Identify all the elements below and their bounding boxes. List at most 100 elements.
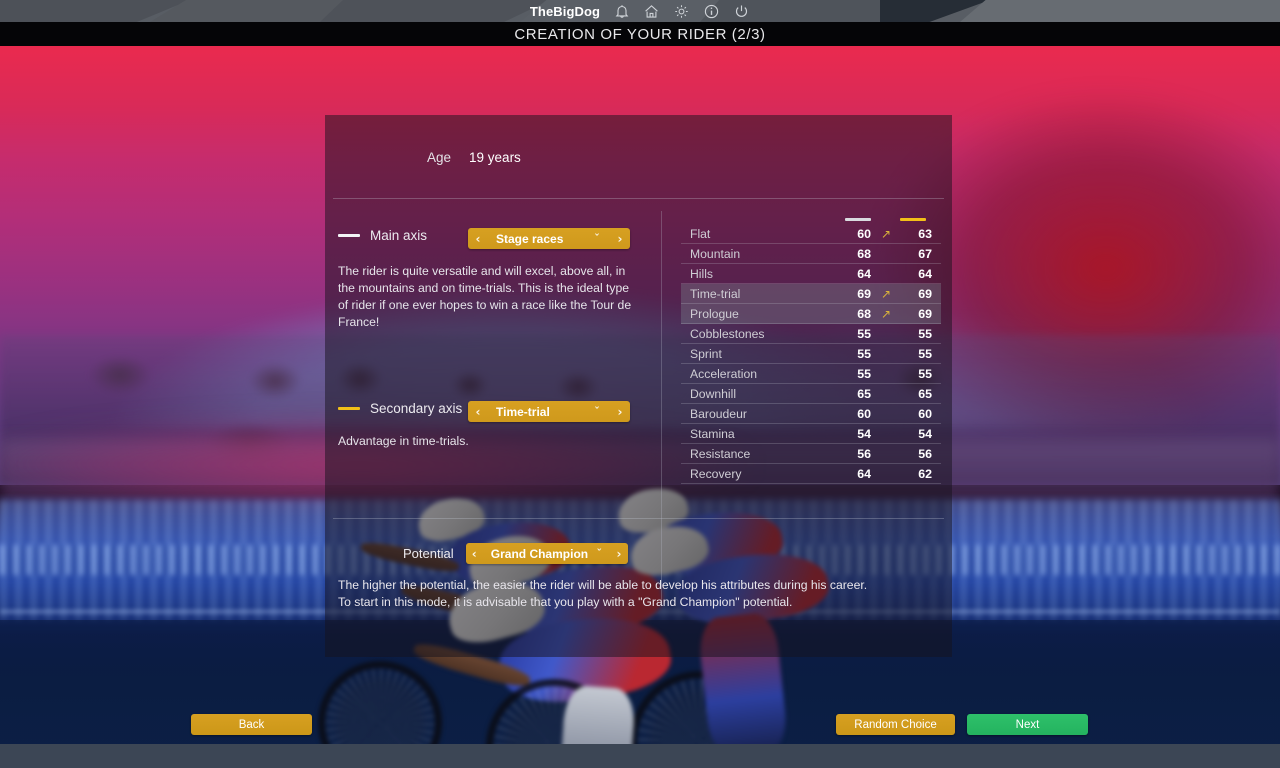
attribute-projected-value: 55 <box>918 326 932 341</box>
potential-description-line1: The higher the potential, the easier the… <box>338 578 868 592</box>
attribute-name: Cobblestones <box>690 326 765 341</box>
secondary-axis-label: Secondary axis <box>370 401 463 416</box>
trend-up-icon: ↗ <box>880 226 892 241</box>
table-row[interactable]: Hills 64 64 <box>681 264 941 284</box>
main-axis-value: Stage races <box>496 231 564 246</box>
age-label: Age <box>427 150 452 165</box>
attribute-current-value: 60 <box>857 226 871 241</box>
attribute-projected-value: 60 <box>918 406 932 421</box>
attribute-current-value: 56 <box>857 446 871 461</box>
attribute-current-value: 64 <box>857 466 871 481</box>
secondary-axis-color-swatch <box>338 407 360 410</box>
random-choice-button[interactable]: Random Choice <box>836 714 955 735</box>
secondary-axis-value: Time-trial <box>496 404 550 419</box>
attribute-name: Prologue <box>690 306 739 321</box>
titlebar: TheBigDog <box>0 0 1280 22</box>
attribute-projected-value: 69 <box>918 286 932 301</box>
app-title: TheBigDog <box>529 3 601 19</box>
potential-label: Potential <box>403 546 454 561</box>
table-row[interactable]: Prologue 68 ↗ 69 <box>681 304 941 324</box>
table-row[interactable]: Cobblestones 55 55 <box>681 324 941 344</box>
attributes-table: Flat 60 ↗ 63 Mountain 68 67 Hills 64 64 Time-trial… <box>681 215 941 484</box>
attribute-name: Sprint <box>690 346 722 361</box>
table-row[interactable]: Sprint 55 55 <box>681 344 941 364</box>
attribute-projected-value: 64 <box>918 266 932 281</box>
potential-row: Potential ‹ Grand Champion ˇ › <box>403 543 628 564</box>
bell-icon[interactable] <box>613 3 630 20</box>
attribute-current-value: 68 <box>857 306 871 321</box>
table-row[interactable]: Time-trial 69 ↗ 69 <box>681 284 941 304</box>
secondary-axis-prev-button[interactable]: ‹ <box>468 405 488 419</box>
info-icon[interactable] <box>703 3 720 20</box>
attribute-projected-value: 67 <box>918 246 932 261</box>
power-icon[interactable] <box>733 3 750 20</box>
page-title: CREATION OF YOUR RIDER (2/3) <box>514 25 766 43</box>
table-row[interactable]: Mountain 68 67 <box>681 244 941 264</box>
attribute-current-value: 60 <box>857 406 871 421</box>
attribute-name: Time-trial <box>690 286 741 301</box>
statusbar <box>0 744 1280 768</box>
attribute-name: Baroudeur <box>690 406 747 421</box>
table-row[interactable]: Flat 60 ↗ 63 <box>681 224 941 244</box>
divider-vertical <box>661 211 662 601</box>
age-value: 19 years <box>469 150 521 165</box>
table-row[interactable]: Stamina 54 54 <box>681 424 941 444</box>
rider-creation-panel: Age 19 years Main axis ‹ Stage races ˇ ›… <box>325 115 952 657</box>
main-axis-prev-button[interactable]: ‹ <box>468 232 488 246</box>
divider-mid <box>333 518 944 519</box>
main-axis-select[interactable]: ‹ Stage races ˇ › <box>468 228 630 249</box>
potential-next-button[interactable]: › <box>610 547 627 561</box>
attribute-name: Downhill <box>690 386 737 401</box>
attribute-current-value: 55 <box>857 346 871 361</box>
secondary-axis-select[interactable]: ‹ Time-trial ˇ › <box>468 401 630 422</box>
table-row[interactable]: Acceleration 55 55 <box>681 364 941 384</box>
trend-up-icon: ↗ <box>880 286 892 301</box>
attribute-name: Hills <box>690 266 714 281</box>
attribute-projected-value: 54 <box>918 426 932 441</box>
chevron-down-icon[interactable]: ˇ <box>584 232 610 245</box>
attribute-name: Resistance <box>690 446 751 461</box>
attributes-table-body: Flat 60 ↗ 63 Mountain 68 67 Hills 64 64 Time-trial… <box>681 224 941 484</box>
attribute-projected-value: 65 <box>918 386 932 401</box>
gear-icon[interactable] <box>673 3 690 20</box>
attribute-name: Stamina <box>690 426 735 441</box>
potential-select[interactable]: ‹ Grand Champion ˇ › <box>465 543 628 564</box>
attribute-current-value: 55 <box>857 326 871 341</box>
age-row: Age 19 years <box>427 150 521 165</box>
attribute-projected-value: 55 <box>918 346 932 361</box>
attribute-projected-value: 55 <box>918 366 932 381</box>
divider-top <box>333 198 944 199</box>
current-column-marker <box>845 218 871 221</box>
attribute-current-value: 65 <box>857 386 871 401</box>
chevron-down-icon[interactable]: ˇ <box>588 547 610 560</box>
table-row[interactable]: Recovery 64 62 <box>681 464 941 484</box>
potential-description: The higher the potential, the easier the… <box>338 577 938 611</box>
attribute-name: Acceleration <box>690 366 758 381</box>
main-axis-color-swatch <box>338 234 360 237</box>
main-axis-next-button[interactable]: › <box>610 232 630 246</box>
main-axis-label: Main axis <box>370 228 428 243</box>
home-icon[interactable] <box>643 3 660 20</box>
chevron-down-icon[interactable]: ˇ <box>584 405 610 418</box>
attribute-name: Flat <box>690 226 711 241</box>
attribute-current-value: 68 <box>857 246 871 261</box>
attribute-projected-value: 63 <box>918 226 932 241</box>
attribute-projected-value: 62 <box>918 466 932 481</box>
attribute-projected-value: 56 <box>918 446 932 461</box>
projected-column-marker <box>900 218 926 221</box>
back-button[interactable]: Back <box>191 714 312 735</box>
table-row[interactable]: Resistance 56 56 <box>681 444 941 464</box>
main-axis-row: Main axis <box>338 228 427 243</box>
attribute-current-value: 64 <box>857 266 871 281</box>
potential-prev-button[interactable]: ‹ <box>466 547 483 561</box>
potential-description-line2: To start in this mode, it is advisable t… <box>338 595 793 609</box>
next-button[interactable]: Next <box>967 714 1088 735</box>
attribute-current-value: 54 <box>857 426 871 441</box>
table-row[interactable]: Downhill 65 65 <box>681 384 941 404</box>
secondary-axis-next-button[interactable]: › <box>610 405 630 419</box>
attribute-projected-value: 69 <box>918 306 932 321</box>
trend-up-icon: ↗ <box>880 306 892 321</box>
attributes-table-header <box>681 215 941 224</box>
attribute-name: Mountain <box>690 246 741 261</box>
table-row[interactable]: Baroudeur 60 60 <box>681 404 941 424</box>
